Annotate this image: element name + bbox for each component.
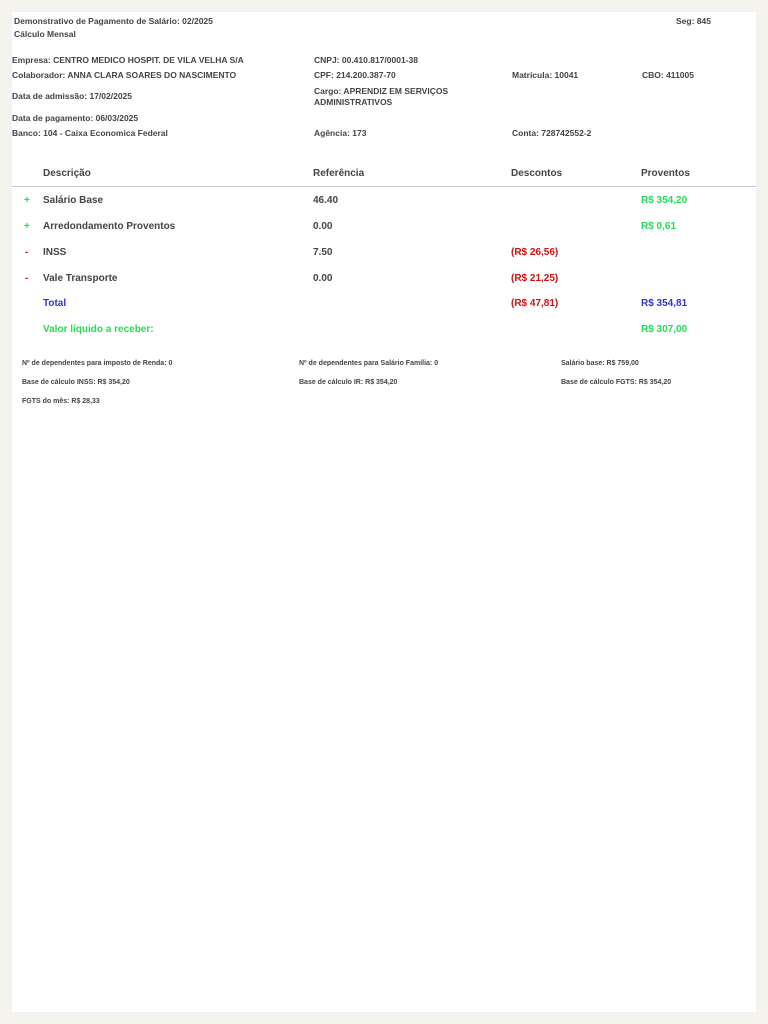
row-descricao: Salário Base: [43, 195, 104, 206]
header-descontos: Descontos: [511, 168, 563, 179]
row-desconto: (R$ 26,56): [511, 247, 559, 258]
header-descricao: Descrição: [43, 168, 91, 179]
agencia-label: Agência: 173: [314, 128, 367, 138]
header-proventos: Proventos: [641, 168, 690, 179]
net-pay-label: Valor líquido a receber:: [43, 324, 154, 335]
dependentes-familia-label: Nº de dependentes para Salário Família: …: [299, 360, 439, 367]
seg-label: Seg: 845: [676, 16, 711, 26]
sign-plus-icon: +: [24, 195, 30, 206]
row-referencia: 0.00: [313, 273, 333, 284]
calc-type-label: Cálculo Mensal: [14, 29, 76, 39]
admissao-label: Data de admissão: 17/02/2025: [12, 91, 133, 101]
cnpj-label: CNPJ: 00.410.817/0001-38: [314, 55, 418, 65]
payslip-page: Demonstrativo de Pagamento de Salário: 0…: [12, 12, 756, 1012]
row-descricao: Arredondamento Proventos: [43, 221, 176, 232]
row-referencia: 7.50: [313, 247, 333, 258]
salario-base-label: Salário base: R$ 759,00: [561, 360, 639, 367]
sign-minus-icon: -: [25, 273, 29, 284]
total-proventos: R$ 354,81: [641, 298, 688, 309]
row-descricao: Vale Transporte: [43, 273, 118, 284]
cargo-label: Cargo: APRENDIZ EM SERVIÇOS ADMINISTRATI…: [314, 86, 449, 107]
base-fgts-label: Base de cálculo FGTS: R$ 354,20: [561, 379, 672, 386]
row-referencia: 46.40: [313, 195, 339, 206]
colaborador-label: Colaborador: ANNA CLARA SOARES DO NASCIM…: [12, 70, 237, 80]
total-descontos: (R$ 47,81): [511, 298, 559, 309]
fgts-mes-label: FGTS do mês: R$ 28,33: [22, 398, 100, 405]
payslip-title: Demonstrativo de Pagamento de Salário: 0…: [14, 16, 213, 26]
cpf-label: CPF: 214.200.387-70: [314, 70, 396, 80]
sign-plus-icon: +: [24, 221, 30, 232]
row-provento: R$ 0,61: [641, 221, 677, 232]
sign-minus-icon: -: [25, 247, 29, 258]
row-descricao: INSS: [43, 247, 67, 258]
header-referencia: Referência: [313, 168, 365, 179]
row-provento: R$ 354,20: [641, 195, 688, 206]
dependentes-ir-label: Nº de dependentes para imposto de Renda:…: [22, 360, 173, 367]
conta-label: Conta: 728742552-2: [512, 128, 592, 138]
table-header-divider: [12, 186, 756, 187]
matricula-label: Matrícula: 10041: [512, 70, 579, 80]
empresa-label: Empresa: CENTRO MEDICO HOSPIT. DE VILA V…: [12, 55, 244, 65]
total-label: Total: [43, 298, 67, 309]
row-referencia: 0.00: [313, 221, 333, 232]
pagamento-label: Data de pagamento: 06/03/2025: [12, 113, 139, 123]
banco-label: Banco: 104 - Caixa Economica Federal: [12, 128, 168, 138]
cbo-label: CBO: 411005: [642, 70, 694, 80]
base-ir-label: Base de cálculo IR: R$ 354,20: [299, 379, 398, 386]
net-pay-value: R$ 307,00: [641, 324, 688, 335]
row-desconto: (R$ 21,25): [511, 273, 559, 284]
base-inss-label: Base de cálculo INSS: R$ 354,20: [22, 379, 130, 386]
